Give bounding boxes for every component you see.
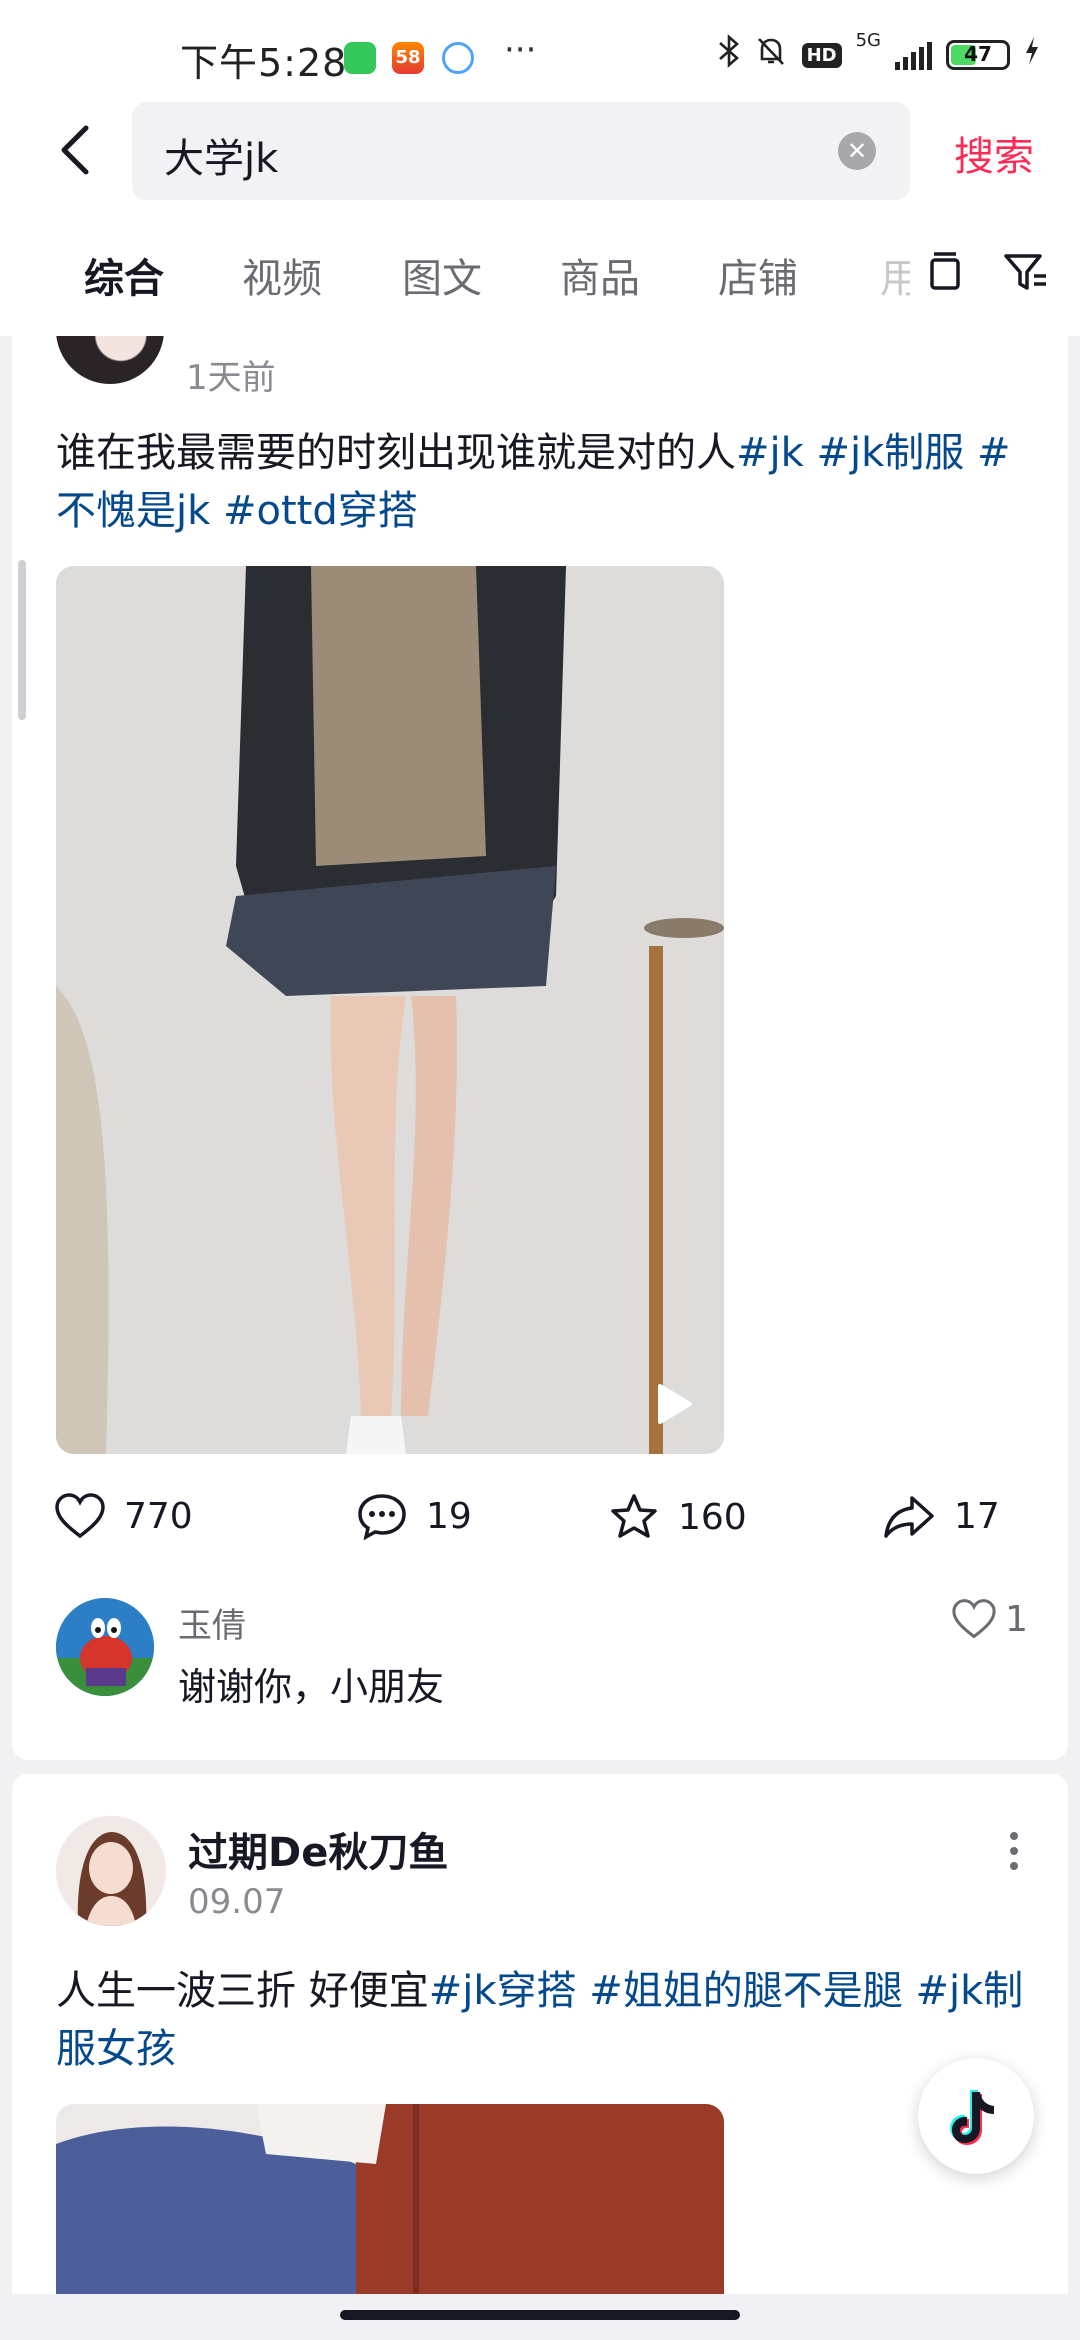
status-time: 下午5:28 bbox=[180, 41, 348, 85]
post-description: 人生一波三折 好便宜#jk穿搭 #姐姐的腿不是腿 #jk制服女孩 bbox=[56, 1962, 1036, 2078]
tab-shops[interactable]: 店铺 bbox=[718, 246, 798, 304]
author-avatar-image bbox=[56, 1816, 166, 1926]
post-actions: 770 19 160 17 bbox=[12, 1492, 1068, 1552]
commenter-name[interactable]: 玉倩 bbox=[178, 1598, 246, 1647]
like-button[interactable]: 770 bbox=[54, 1492, 193, 1540]
douyin-logo-icon bbox=[950, 2090, 994, 2145]
comment-like-button[interactable]: 1 bbox=[951, 1598, 1028, 1640]
share-button[interactable]: 17 bbox=[882, 1492, 1000, 1540]
tab-all[interactable]: 综合 bbox=[84, 246, 164, 304]
home-indicator[interactable] bbox=[340, 2310, 740, 2320]
post-time: 09.07 bbox=[188, 1882, 286, 1922]
system-nav-bar bbox=[0, 2294, 1080, 2340]
top-comment[interactable]: 玉倩 谢谢你，小朋友 1 bbox=[12, 1598, 1068, 1709]
more-vertical-icon bbox=[1010, 1832, 1018, 1870]
battery-level: 47 bbox=[964, 42, 992, 66]
video-thumbnail[interactable] bbox=[56, 566, 724, 1454]
tab-video[interactable]: 视频 bbox=[242, 246, 322, 304]
layout-icon bbox=[930, 252, 960, 290]
tab-products[interactable]: 商品 bbox=[560, 246, 640, 304]
hashtag[interactable]: #jk制服 bbox=[817, 430, 965, 476]
charging-icon bbox=[1024, 36, 1040, 74]
author-avatar[interactable] bbox=[56, 1816, 166, 1926]
search-button[interactable]: 搜索 bbox=[954, 124, 1034, 182]
cartoon-crab-avatar-icon bbox=[56, 1598, 154, 1696]
hashtag[interactable]: #ottd穿搭 bbox=[223, 488, 418, 534]
author-name[interactable]: 过期De秋刀鱼 bbox=[188, 1820, 448, 1878]
play-icon bbox=[658, 1384, 692, 1424]
post-text: 人生一波三折 好便宜 bbox=[56, 1968, 429, 2014]
more-options-button[interactable] bbox=[1004, 1826, 1024, 1876]
hd-icon: HD bbox=[801, 42, 842, 68]
share-arrow-icon bbox=[884, 1496, 934, 1538]
author-avatar[interactable] bbox=[56, 336, 164, 384]
heart-icon bbox=[55, 1493, 105, 1539]
star-icon bbox=[611, 1494, 657, 1538]
back-button[interactable] bbox=[48, 120, 108, 180]
tab-users[interactable]: 用 bbox=[880, 246, 910, 304]
hashtag[interactable]: #jk bbox=[736, 430, 804, 476]
favorite-count: 160 bbox=[678, 1496, 747, 1538]
like-count: 770 bbox=[124, 1495, 193, 1537]
filter-icon bbox=[1004, 254, 1046, 290]
app-notification-icon bbox=[344, 42, 376, 74]
search-query: 大学jk bbox=[164, 136, 279, 182]
scroll-indicator bbox=[18, 560, 26, 720]
douyin-float-button[interactable] bbox=[918, 2058, 1034, 2174]
status-icons: HD 5G 47 bbox=[718, 30, 1040, 76]
share-count: 17 bbox=[954, 1495, 1000, 1537]
commenter-avatar[interactable] bbox=[56, 1598, 154, 1696]
hashtag[interactable]: #姐姐的腿不是腿 bbox=[589, 1968, 903, 2014]
search-tabs: 综合 视频 图文 商品 店铺 用 bbox=[0, 210, 1080, 336]
video-cover-image bbox=[56, 566, 724, 1454]
signal-icon bbox=[895, 40, 932, 70]
status-bar: 下午5:28 58 ··· HD 5G 47 bbox=[0, 0, 1080, 100]
battery-icon: 47 bbox=[946, 40, 1010, 70]
clear-search-button[interactable]: ✕ bbox=[838, 132, 876, 170]
comment-icon bbox=[358, 1494, 406, 1540]
back-arrow-icon bbox=[61, 125, 89, 175]
mute-bell-icon bbox=[754, 34, 788, 76]
heart-icon bbox=[952, 1599, 996, 1639]
app-58-icon: 58 bbox=[392, 42, 424, 74]
post-card[interactable]: 过期De秋刀鱼 09.07 人生一波三折 好便宜#jk穿搭 #姐姐的腿不是腿 #… bbox=[12, 1774, 1068, 2294]
favorite-button[interactable]: 160 bbox=[608, 1492, 747, 1542]
post-description: 谁在我最需要的时刻出现谁就是对的人#jk #jk制服 #不愧是jk #ottd穿… bbox=[56, 424, 1036, 540]
network-label: 5G bbox=[855, 30, 881, 51]
video-cover-image bbox=[56, 2104, 724, 2294]
video-thumbnail[interactable] bbox=[56, 2104, 724, 2294]
bluetooth-icon bbox=[718, 34, 740, 76]
layout-toggle-button[interactable] bbox=[920, 246, 972, 298]
filter-button[interactable] bbox=[1000, 246, 1052, 298]
comment-text: 谢谢你，小朋友 bbox=[178, 1665, 445, 1709]
search-input[interactable]: 大学jk ✕ bbox=[132, 102, 910, 200]
post-text: 谁在我最需要的时刻出现谁就是对的人 bbox=[56, 430, 736, 476]
comment-like-count: 1 bbox=[1005, 1598, 1028, 1640]
post-card[interactable]: 1天前 谁在我最需要的时刻出现谁就是对的人#jk #jk制服 #不愧是jk #o… bbox=[12, 336, 1068, 1760]
more-notifications-icon: ··· bbox=[504, 30, 537, 70]
tab-image-text[interactable]: 图文 bbox=[402, 246, 482, 304]
comment-count: 19 bbox=[426, 1495, 472, 1537]
post-time: 1天前 bbox=[186, 358, 276, 398]
comment-button[interactable]: 19 bbox=[356, 1492, 472, 1540]
hashtag[interactable]: #jk穿搭 bbox=[429, 1968, 577, 2014]
search-header: 大学jk ✕ 搜索 bbox=[0, 100, 1080, 210]
app-cloud-icon bbox=[442, 42, 474, 74]
